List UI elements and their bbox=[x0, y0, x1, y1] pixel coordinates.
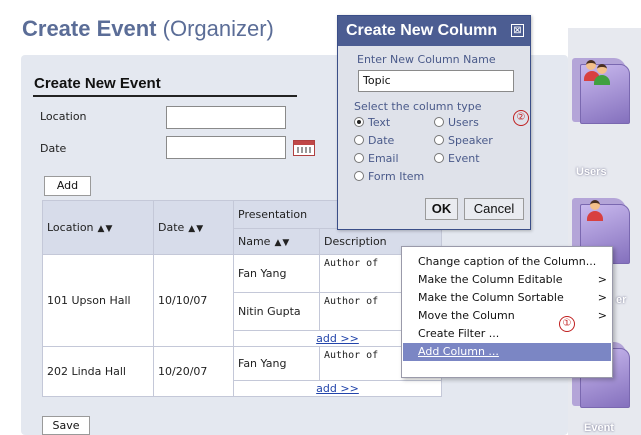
radio-speaker[interactable]: Speaker bbox=[434, 134, 493, 147]
date-input[interactable] bbox=[166, 136, 286, 159]
menu-item-change-caption[interactable]: Change caption of the Column... bbox=[403, 253, 611, 271]
column-name-input[interactable]: Topic bbox=[358, 70, 514, 92]
sort-arrows-icon[interactable]: ▲▼ bbox=[274, 238, 290, 248]
column-name-label: Enter New Column Name bbox=[357, 53, 496, 66]
radio-icon bbox=[434, 153, 444, 163]
chevron-right-icon: > bbox=[597, 291, 607, 304]
chevron-right-icon: > bbox=[597, 309, 607, 322]
location-input[interactable] bbox=[166, 106, 286, 129]
dialog-title: Create New Column bbox=[346, 22, 498, 39]
cancel-button[interactable]: Cancel bbox=[464, 198, 524, 220]
radio-email[interactable]: Email bbox=[354, 152, 399, 165]
cell-date: 10/20/07 bbox=[153, 346, 234, 397]
menu-item-make-editable[interactable]: Make the Column Editable > bbox=[403, 271, 611, 289]
form-heading: Create New Event bbox=[34, 75, 161, 92]
radio-icon bbox=[354, 153, 364, 163]
ok-button[interactable]: OK bbox=[425, 198, 458, 220]
radio-date[interactable]: Date bbox=[354, 134, 394, 147]
column-type-label: Select the column type bbox=[354, 100, 482, 113]
add-presentation-link[interactable]: add >> bbox=[233, 380, 442, 397]
dialog-titlebar[interactable]: Create New Column ⊠ bbox=[338, 16, 530, 46]
column-header-date[interactable]: Date ▲▼ bbox=[153, 200, 234, 255]
column-context-menu: Change caption of the Column... Make the… bbox=[401, 246, 613, 378]
calendar-icon[interactable] bbox=[293, 140, 315, 156]
table-row: 101 Upson Hall 10/10/07 Fan Yang Author … bbox=[42, 254, 442, 347]
step-marker-1: ① bbox=[559, 316, 575, 332]
radio-selected-icon bbox=[354, 117, 364, 127]
close-icon[interactable]: ⊠ bbox=[511, 24, 524, 37]
date-label: Date bbox=[40, 142, 67, 155]
column-header-name[interactable]: Name ▲▼ bbox=[233, 228, 320, 255]
radio-icon bbox=[434, 117, 444, 127]
cell-name: Fan Yang bbox=[233, 254, 320, 293]
cell-date: 10/10/07 bbox=[153, 254, 234, 347]
cell-location: 202 Linda Hall bbox=[42, 346, 154, 397]
create-column-dialog: Create New Column ⊠ Enter New Column Nam… bbox=[337, 15, 531, 230]
menu-item-make-sortable[interactable]: Make the Column Sortable > bbox=[403, 289, 611, 307]
sort-arrows-icon[interactable]: ▲▼ bbox=[98, 224, 114, 234]
table-row: 202 Linda Hall 10/20/07 Fan Yang Author … bbox=[42, 346, 442, 397]
menu-item-move-column[interactable]: Move the Column > bbox=[403, 307, 611, 325]
column-header-location[interactable]: Location ▲▼ bbox=[42, 200, 154, 255]
sort-arrows-icon[interactable]: ▲▼ bbox=[188, 224, 204, 234]
menu-item-create-filter[interactable]: Create Filter ... bbox=[403, 325, 611, 343]
menu-item-add-column[interactable]: Add Column ... bbox=[403, 343, 611, 361]
step-marker-2: ② bbox=[513, 110, 529, 126]
save-button[interactable]: Save bbox=[42, 416, 90, 435]
radio-icon bbox=[354, 135, 364, 145]
sidebar-label-users[interactable]: Users bbox=[576, 166, 607, 178]
sidebar-label-speaker[interactable]: er bbox=[616, 294, 626, 306]
sidebar-label-event[interactable]: Event bbox=[584, 422, 614, 434]
radio-form-item[interactable]: Form Item bbox=[354, 170, 424, 183]
radio-users[interactable]: Users bbox=[434, 116, 479, 129]
cell-name: Nitin Gupta bbox=[233, 292, 320, 331]
page-title: Create Event (Organizer) bbox=[22, 16, 274, 41]
radio-text[interactable]: Text bbox=[354, 116, 390, 129]
location-label: Location bbox=[40, 110, 87, 123]
radio-icon bbox=[434, 135, 444, 145]
chevron-right-icon: > bbox=[597, 273, 607, 286]
cell-location: 101 Upson Hall bbox=[42, 254, 154, 347]
users-folder-icon[interactable] bbox=[572, 54, 630, 124]
add-button[interactable]: Add bbox=[44, 176, 91, 196]
heading-divider bbox=[33, 95, 297, 97]
radio-icon bbox=[354, 171, 364, 181]
radio-event[interactable]: Event bbox=[434, 152, 480, 165]
cell-name: Fan Yang bbox=[233, 346, 320, 381]
